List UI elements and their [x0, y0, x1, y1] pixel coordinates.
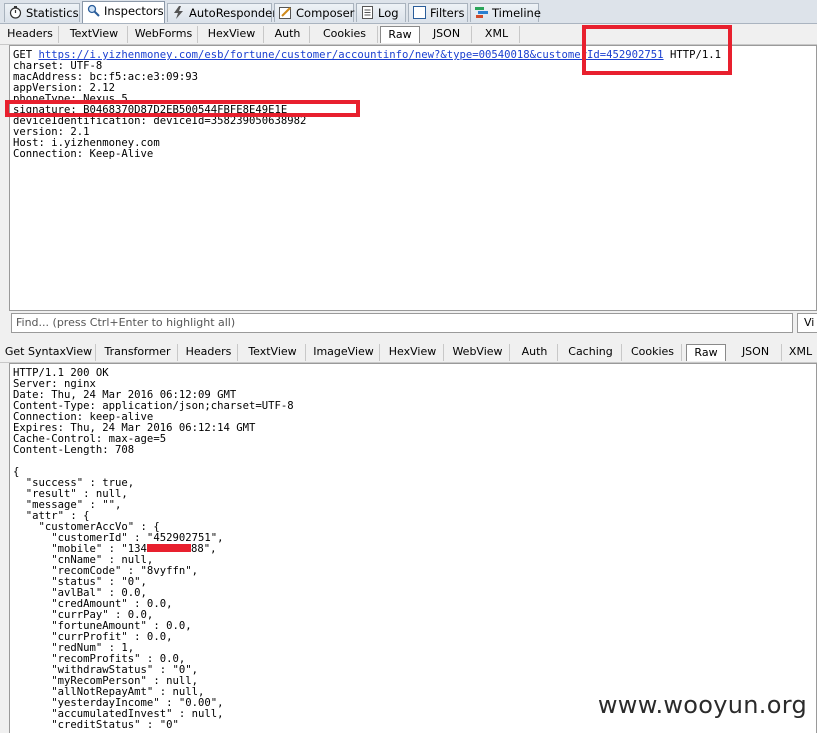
redaction-bar	[146, 544, 191, 552]
tab-autoresponder[interactable]: AutoResponder	[167, 3, 277, 22]
response-tab-raw[interactable]: Raw	[686, 344, 726, 361]
mobile-suffix: 88",	[190, 543, 217, 555]
request-tab-auth[interactable]: Auth	[266, 26, 310, 43]
response-tab-hexview[interactable]: HexView	[382, 344, 444, 361]
tab-composer[interactable]: Composer	[274, 3, 354, 22]
tab-inspectors[interactable]: Inspectors	[82, 1, 165, 23]
request-tab-xml[interactable]: XML	[474, 26, 520, 43]
request-raw-pane[interactable]: GET https://i.yizhenmoney.com/esb/fortun…	[9, 45, 817, 311]
request-header-line: deviceIdentification: deviceId=358239050…	[13, 115, 307, 127]
lightning-icon	[172, 6, 185, 19]
watermark: www.wooyun.org	[597, 691, 807, 719]
response-tab-imageview[interactable]: ImageView	[308, 344, 380, 361]
request-header-line: Connection: Keep-Alive	[13, 148, 154, 160]
log-icon	[361, 6, 374, 19]
response-header-line: Content-Length: 708	[13, 444, 135, 456]
json-line: "creditStatus" : "0"	[13, 719, 179, 731]
tab-filters[interactable]: Filters	[408, 3, 468, 22]
timeline-icon	[475, 6, 488, 19]
response-tab-auth[interactable]: Auth	[512, 344, 558, 361]
tab-statistics[interactable]: Statistics	[4, 3, 80, 22]
tab-log[interactable]: Log	[356, 3, 406, 22]
tab-inspectors-label: Inspectors	[104, 4, 164, 18]
request-tab-json[interactable]: JSON	[422, 26, 472, 43]
response-tab-transformer[interactable]: Transformer	[98, 344, 178, 361]
response-tab-textview[interactable]: TextView	[240, 344, 306, 361]
request-tab-hexview[interactable]: HexView	[200, 26, 264, 43]
view-button[interactable]: Vi	[797, 313, 817, 333]
tab-timeline[interactable]: Timeline	[470, 3, 541, 22]
response-tab-webview[interactable]: WebView	[446, 344, 510, 361]
tab-statistics-label: Statistics	[26, 6, 79, 20]
tab-filters-label: Filters	[430, 6, 465, 20]
tab-autoresponder-label: AutoResponder	[189, 6, 277, 20]
response-tab-json[interactable]: JSON	[730, 344, 782, 361]
request-tab-webforms[interactable]: WebForms	[130, 26, 198, 43]
tab-composer-label: Composer	[296, 6, 355, 20]
signature-highlight-box	[5, 100, 360, 117]
request-tab-headers[interactable]: Headers	[2, 26, 59, 43]
response-tab-xml[interactable]: XML	[784, 344, 817, 361]
request-tab-raw[interactable]: Raw	[380, 26, 420, 43]
request-tab-textview[interactable]: TextView	[61, 26, 128, 43]
magnifier-icon	[87, 4, 100, 17]
checkbox-icon	[413, 6, 426, 19]
response-tab-headers[interactable]: Headers	[180, 344, 238, 361]
response-tab-syntaxview[interactable]: Get SyntaxView	[2, 344, 96, 361]
response-tab-caching[interactable]: Caching	[560, 344, 622, 361]
pencil-icon	[279, 6, 292, 19]
stopwatch-icon	[9, 6, 22, 19]
response-tab-cookies[interactable]: Cookies	[624, 344, 682, 361]
request-url[interactable]: https://i.yizhenmoney.com/esb/fortune/cu…	[39, 49, 530, 61]
response-raw-pane[interactable]: HTTP/1.1 200 OK Server: nginx Date: Thu,…	[9, 363, 817, 733]
response-tab-bar: Get SyntaxView Transformer Headers TextV…	[0, 342, 817, 363]
find-input[interactable]: Find... (press Ctrl+Enter to highlight a…	[11, 313, 793, 333]
request-tab-cookies[interactable]: Cookies	[312, 26, 378, 43]
tab-log-label: Log	[378, 6, 399, 20]
main-tab-bar: Statistics Inspectors AutoResponder Comp…	[0, 0, 817, 24]
customer-id-highlight-box	[582, 25, 732, 75]
tab-timeline-label: Timeline	[492, 6, 541, 20]
